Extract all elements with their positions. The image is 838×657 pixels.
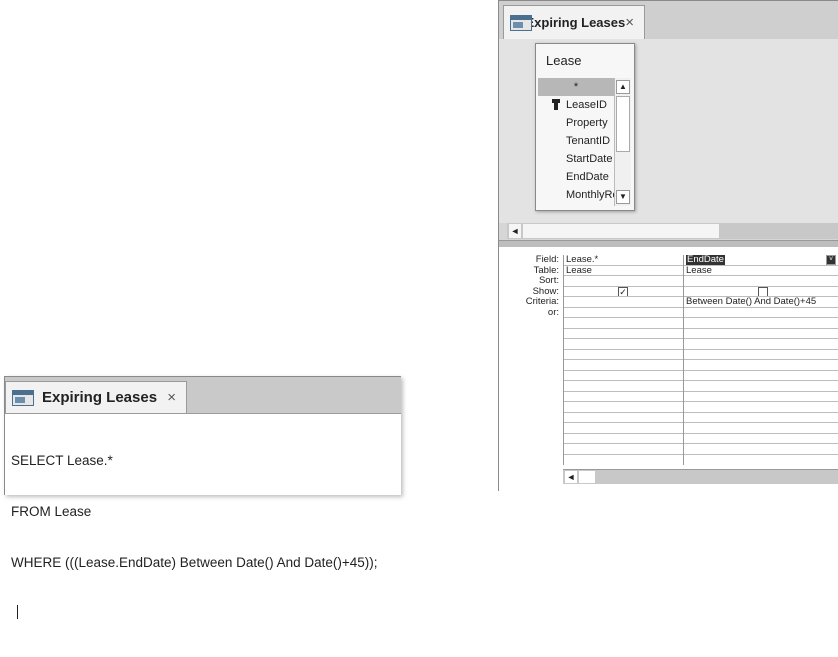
or-cell[interactable] (684, 308, 838, 318)
scroll-thumb[interactable] (523, 224, 719, 238)
document-tab-strip: Expiring Leases × (5, 377, 401, 414)
field-cell[interactable]: EndDate ˅ (684, 255, 838, 266)
row-label-sort: Sort: (538, 275, 559, 286)
tab-label: Expiring Leases (525, 15, 626, 30)
field-list: * LeaseID Property TenantID StartDate En… (538, 78, 614, 206)
show-cell: ✓ (564, 286, 683, 297)
show-cell (684, 286, 838, 297)
row-label-criteria: Criteria: (525, 296, 559, 307)
empty-cell[interactable] (684, 402, 838, 413)
table-cell[interactable]: Lease (564, 266, 683, 276)
field-item-enddate[interactable]: EndDate (538, 168, 614, 186)
empty-cell[interactable] (684, 381, 838, 392)
lease-table-field-list[interactable]: Lease * LeaseID Property TenantID StartD… (535, 43, 635, 211)
empty-cell[interactable] (564, 413, 683, 423)
scroll-thumb[interactable] (616, 96, 630, 152)
scroll-left-arrow-icon[interactable]: ◄ (565, 471, 577, 483)
empty-cell[interactable] (564, 423, 683, 434)
table-pane: Lease * LeaseID Property TenantID StartD… (499, 39, 838, 223)
field-item-tenantid[interactable]: TenantID (538, 132, 614, 150)
empty-cell[interactable] (564, 444, 683, 455)
chevron-down-icon[interactable]: ˅ (826, 255, 836, 265)
field-item-startdate[interactable]: StartDate (538, 150, 614, 168)
empty-cell[interactable] (684, 360, 838, 371)
sql-line-from: FROM Lease (11, 504, 92, 519)
empty-cell[interactable] (564, 360, 683, 371)
grid-horizontal-scrollbar[interactable]: ◄ (563, 469, 838, 484)
field-cell[interactable]: Lease.* (564, 255, 683, 266)
close-tab-button[interactable]: × (625, 14, 634, 31)
empty-cell[interactable] (564, 350, 683, 360)
field-item-all[interactable]: * (538, 78, 614, 96)
empty-cell[interactable] (684, 350, 838, 360)
query-design-grid: Field: Table: Sort: Show: Criteria: or: … (499, 247, 838, 491)
scroll-down-arrow-icon[interactable]: ▼ (616, 190, 630, 204)
sql-line-where: WHERE (((Lease.EndDate) Between Date() A… (11, 555, 378, 570)
criteria-cell[interactable] (564, 297, 683, 308)
empty-cell[interactable] (564, 381, 683, 392)
table-cell[interactable]: Lease (684, 266, 838, 276)
scroll-thumb[interactable] (579, 471, 595, 483)
table-pane-horizontal-scrollbar[interactable]: ◄ (507, 223, 838, 239)
empty-cell[interactable] (564, 371, 683, 381)
primary-key-icon (552, 99, 560, 110)
sql-line-select: SELECT Lease.* (11, 453, 113, 468)
design-view-window: Expiring Leases × Lease * LeaseID Proper… (498, 0, 838, 491)
field-item-monthlyrent[interactable]: MonthlyRent (538, 186, 614, 204)
grid-column-1: Lease.* Lease ✓ (563, 255, 684, 465)
empty-cell[interactable] (564, 339, 683, 350)
empty-cell[interactable] (684, 392, 838, 402)
empty-cell[interactable] (564, 318, 683, 329)
empty-cell[interactable] (684, 434, 838, 444)
scroll-up-arrow-icon[interactable]: ▲ (616, 80, 630, 94)
empty-cell[interactable] (564, 329, 683, 339)
grid-row-labels: Field: Table: Sort: Show: Criteria: or: (499, 254, 563, 318)
empty-cell[interactable] (564, 392, 683, 402)
empty-cell[interactable] (684, 413, 838, 423)
scroll-left-arrow-icon[interactable]: ◄ (509, 224, 521, 238)
empty-cell[interactable] (684, 423, 838, 434)
sql-editor[interactable]: SELECT Lease.* FROM Lease WHERE (((Lease… (5, 414, 401, 657)
empty-cell[interactable] (684, 318, 838, 329)
sort-cell[interactable] (684, 276, 838, 287)
field-cell-selected-text: EndDate (686, 255, 725, 265)
field-list-scrollbar[interactable]: ▲ ▼ (614, 78, 631, 206)
empty-cell[interactable] (684, 371, 838, 381)
row-label-or: or: (547, 306, 559, 318)
text-cursor (17, 605, 18, 619)
empty-cell[interactable] (684, 339, 838, 350)
or-cell[interactable] (564, 308, 683, 318)
sort-cell[interactable] (564, 276, 683, 287)
query-tab-expiring-leases[interactable]: Expiring Leases × (5, 381, 187, 413)
design-tab-expiring-leases[interactable]: Expiring Leases × (503, 5, 645, 39)
empty-cell[interactable] (684, 444, 838, 455)
tab-label: Expiring Leases (42, 389, 158, 406)
field-item-property[interactable]: Property (538, 114, 614, 132)
close-tab-button[interactable]: × (167, 389, 176, 406)
empty-cell[interactable] (564, 434, 683, 444)
table-box-title: Lease (546, 53, 582, 68)
empty-cell[interactable] (684, 329, 838, 339)
empty-cell[interactable] (564, 402, 683, 413)
sql-view-window: Expiring Leases × SELECT Lease.* FROM Le… (4, 376, 401, 619)
show-checkbox-checked[interactable]: ✓ (618, 286, 628, 297)
query-icon (510, 14, 532, 31)
grid-column-2: EndDate ˅ Lease Between Date() And Date()… (683, 255, 838, 465)
design-tab-strip: Expiring Leases × (499, 1, 838, 40)
query-icon (12, 389, 34, 406)
show-checkbox-unchecked[interactable] (758, 286, 768, 297)
field-item-leaseid[interactable]: LeaseID (538, 96, 614, 114)
criteria-cell[interactable]: Between Date() And Date()+45 (684, 297, 838, 308)
row-label-field: Field: (535, 254, 559, 265)
